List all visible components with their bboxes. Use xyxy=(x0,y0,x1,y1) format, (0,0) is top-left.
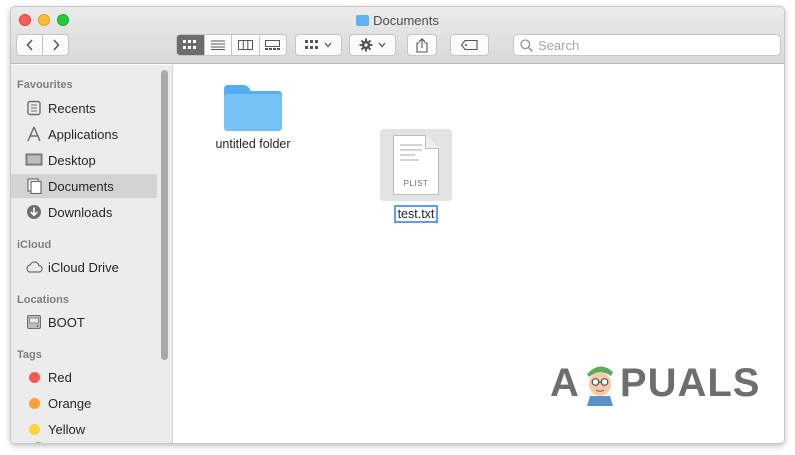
sidebar-item-recents[interactable]: Recents xyxy=(11,96,157,120)
mascot-icon xyxy=(586,366,613,406)
finder-window: Documents Search Favourites Recents Appl… xyxy=(10,6,785,444)
sidebar-item-tag-orange[interactable]: Orange xyxy=(11,391,157,415)
sidebar-item-tag-yellow[interactable]: Yellow xyxy=(11,417,157,441)
sidebar-item-label: Documents xyxy=(48,178,114,194)
sidebar-item-tag-red[interactable]: Red xyxy=(11,365,157,389)
applications-icon xyxy=(25,125,43,143)
tag-color-dot xyxy=(29,397,40,409)
cloud-icon xyxy=(25,258,43,276)
gear-icon xyxy=(359,38,373,52)
sidebar-item-label: Orange xyxy=(48,395,92,411)
search-field[interactable]: Search xyxy=(513,34,781,56)
watermark-text: PUALS xyxy=(619,360,761,405)
document-item[interactable]: PLIST test.txt xyxy=(380,129,452,223)
sidebar-item-label: Recents xyxy=(48,100,96,116)
gallery-view-button[interactable] xyxy=(258,35,287,55)
action-menu-button[interactable] xyxy=(349,34,396,56)
sidebar-item-desktop[interactable]: Desktop xyxy=(11,148,157,172)
sidebar-item-documents[interactable]: Documents xyxy=(11,174,157,198)
sidebar-section-tags: Tags xyxy=(17,349,42,361)
sidebar-item-label: Desktop xyxy=(48,152,96,168)
sidebar-item-label: Downloads xyxy=(48,204,113,220)
grid-icon xyxy=(305,40,318,49)
folder-icon xyxy=(356,15,370,26)
sidebar-scrollbar[interactable] xyxy=(161,70,168,360)
navigation-buttons xyxy=(16,34,69,56)
sidebar-item-boot[interactable]: BOOT xyxy=(11,310,157,334)
view-mode-selector xyxy=(176,34,287,56)
sidebar: Favourites Recents Applications Desktop … xyxy=(11,65,173,443)
chevron-right-icon xyxy=(52,39,60,51)
download-icon xyxy=(25,203,43,221)
share-button[interactable] xyxy=(407,34,437,56)
file-browser-content: untitled folder PLIST test.txt A PUALS xyxy=(174,65,784,443)
sidebar-item-icloud-drive[interactable]: iCloud Drive xyxy=(11,255,157,279)
tag-color-dot xyxy=(29,423,40,435)
back-button[interactable] xyxy=(17,35,42,55)
sidebar-section-icloud: iCloud xyxy=(17,239,52,251)
column-view-button[interactable] xyxy=(231,35,259,55)
watermark-letter: A xyxy=(550,360,580,405)
forward-button[interactable] xyxy=(42,35,68,55)
gallery-icon xyxy=(265,40,281,50)
chevron-down-icon xyxy=(378,42,386,48)
disk-icon xyxy=(25,313,43,331)
share-icon xyxy=(416,37,428,53)
desktop-icon xyxy=(25,151,43,169)
search-placeholder: Search xyxy=(538,37,580,53)
file-type-badge: PLIST xyxy=(403,179,429,188)
sidebar-item-applications[interactable]: Applications xyxy=(11,122,157,146)
list-view-button[interactable] xyxy=(203,35,232,55)
search-icon xyxy=(520,38,533,52)
sidebar-section-favourites: Favourites xyxy=(17,79,73,91)
watermark-logo: A PUALS xyxy=(550,360,760,406)
clock-icon xyxy=(25,99,43,117)
titlebar: Documents Search xyxy=(11,7,784,64)
tag-icon xyxy=(461,40,478,50)
folder-icon xyxy=(224,85,282,131)
file-name: untitled folder xyxy=(215,137,291,151)
sidebar-item-label: Applications xyxy=(48,126,119,142)
sidebar-item-label: Yellow xyxy=(48,421,86,437)
tag-color-dot xyxy=(29,371,40,383)
sidebar-item-downloads[interactable]: Downloads xyxy=(11,200,157,224)
sidebar-item-label: BOOT xyxy=(48,314,85,330)
list-icon xyxy=(210,40,225,50)
chevron-down-icon xyxy=(324,42,332,48)
window-title: Documents xyxy=(11,13,784,28)
sidebar-item-label: iCloud Drive xyxy=(48,259,119,275)
document-thumbnail: PLIST xyxy=(380,129,452,201)
grid-icon xyxy=(183,40,197,49)
columns-icon xyxy=(237,40,253,50)
sidebar-item-label: Red xyxy=(48,369,72,385)
sidebar-section-locations: Locations xyxy=(17,294,69,306)
plist-file-icon: PLIST xyxy=(393,135,439,195)
group-by-button[interactable] xyxy=(295,34,342,56)
edit-tags-button[interactable] xyxy=(450,34,489,56)
icon-view-button[interactable] xyxy=(177,35,204,55)
folder-item[interactable]: untitled folder xyxy=(200,81,306,151)
tag-color-dot xyxy=(33,442,44,443)
document-icon xyxy=(25,177,43,195)
rename-field[interactable]: test.txt xyxy=(393,205,439,223)
chevron-left-icon xyxy=(25,39,33,51)
